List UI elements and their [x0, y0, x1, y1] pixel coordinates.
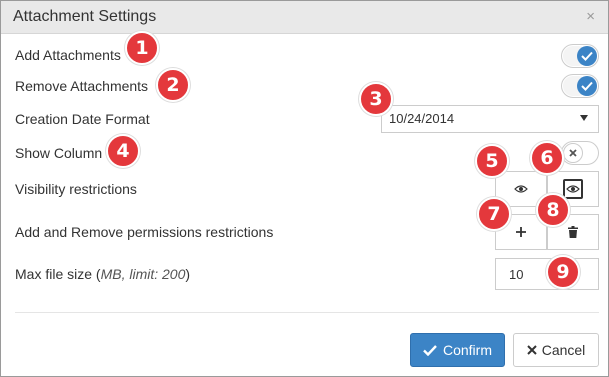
max-file-size-value: 10 [509, 267, 524, 282]
check-icon [577, 76, 597, 96]
marker-3: 3 [359, 82, 393, 116]
marker-8: 8 [536, 193, 570, 227]
eye-icon [566, 185, 580, 193]
caret-down-icon [580, 115, 588, 121]
marker-5: 5 [475, 144, 509, 178]
permissions-restrictions-label: Add and Remove permissions restrictions [15, 224, 274, 240]
confirm-button[interactable]: Confirm [410, 333, 505, 367]
remove-attachments-toggle[interactable] [561, 74, 599, 98]
check-icon [423, 344, 437, 356]
remove-attachments-label: Remove Attachments [15, 78, 149, 94]
attachment-settings-dialog: Attachment Settings × Add Attachments Re… [0, 0, 609, 377]
creation-date-format-label: Creation Date Format [15, 111, 150, 127]
max-file-size-suffix: ) [185, 266, 191, 282]
show-column-label: Show Column [15, 145, 103, 161]
marker-4: 4 [106, 134, 140, 168]
marker-7: 7 [477, 197, 511, 231]
marker-6: 6 [530, 141, 564, 175]
dialog-header: Attachment Settings × [1, 1, 608, 34]
marker-1: 1 [125, 31, 159, 65]
add-attachments-toggle[interactable] [561, 44, 599, 68]
cancel-label: Cancel [541, 342, 586, 358]
show-column-toggle[interactable] [561, 141, 599, 165]
x-icon [563, 143, 583, 163]
close-icon[interactable]: × [586, 9, 595, 25]
check-icon [577, 46, 597, 66]
dialog-title: Attachment Settings [13, 8, 157, 25]
cancel-button[interactable]: Cancel [513, 333, 599, 367]
select-value: 10/24/2014 [389, 111, 455, 126]
trash-icon [568, 226, 578, 238]
plus-icon [516, 227, 526, 237]
footer-divider [15, 312, 599, 313]
visibility-active-frame [563, 179, 583, 199]
eye-icon [514, 185, 528, 193]
close-icon [526, 345, 537, 355]
max-file-size-prefix: Max file size ( [15, 266, 101, 282]
creation-date-format-select[interactable]: 10/24/2014 [381, 105, 599, 133]
visibility-restrictions-label: Visibility restrictions [15, 181, 137, 197]
marker-9: 9 [546, 255, 580, 289]
add-attachments-label: Add Attachments [15, 47, 121, 63]
confirm-label: Confirm [442, 342, 492, 358]
marker-2: 2 [156, 68, 190, 102]
max-file-size-hint: MB, limit: 200 [100, 266, 186, 282]
max-file-size-label: Max file size (MB, limit: 200) [15, 266, 190, 282]
